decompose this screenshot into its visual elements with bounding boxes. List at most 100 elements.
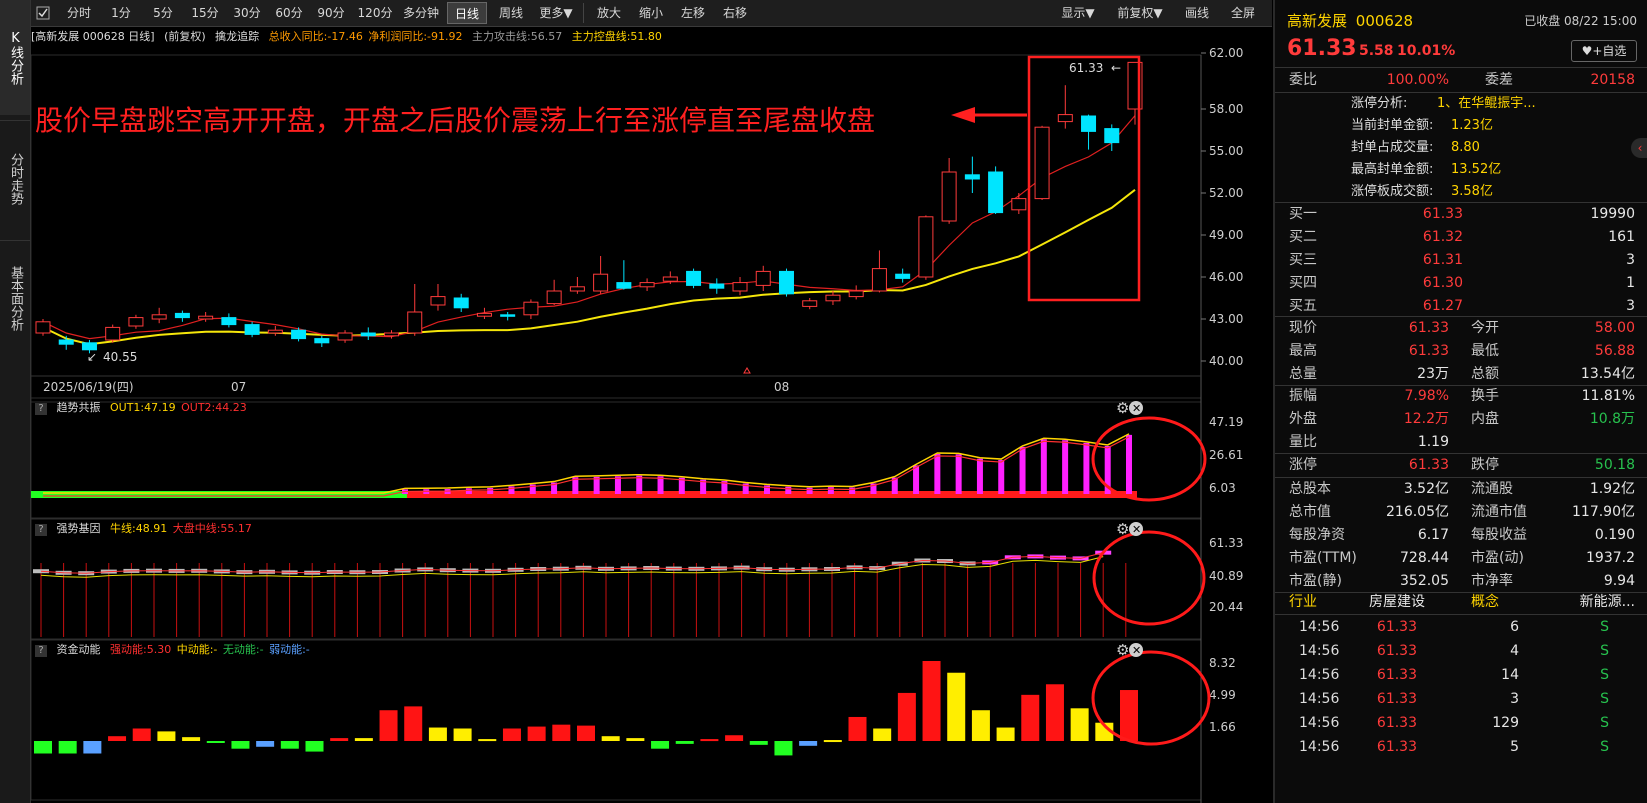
- momentum-bar: [552, 724, 571, 741]
- period-multi-min[interactable]: 多分钟: [399, 2, 443, 24]
- trend-bar: [955, 454, 962, 494]
- toolbar-checkbox-icon[interactable]: [35, 2, 51, 24]
- settings-gear-icon[interactable]: ⚙: [1116, 520, 1129, 538]
- momentum-bar: [725, 735, 744, 741]
- tab-fundamentals[interactable]: 基本面分析: [0, 240, 30, 356]
- tick-time: 14:56: [1299, 643, 1340, 659]
- add-watchlist-button[interactable]: ♥+自选: [1571, 40, 1637, 62]
- help-icon[interactable]: ?: [35, 403, 47, 415]
- ma-control-line: [42, 189, 1136, 346]
- candle: [802, 300, 818, 307]
- settings-gear-icon[interactable]: ⚙: [1116, 399, 1129, 417]
- bid-level-label: 买四: [1289, 275, 1317, 291]
- limit-analysis-value[interactable]: 1、在华鲲振宇...: [1437, 93, 1536, 115]
- candle: [244, 324, 260, 335]
- stat-value: 1.19: [1417, 434, 1449, 450]
- candle: [58, 339, 74, 345]
- tick-side: S: [1600, 667, 1609, 683]
- stat-row: 每股净资 6.17 每股收益 0.190: [1275, 524, 1647, 547]
- panel2-mid-line: 大盘中线:55.17: [172, 522, 252, 535]
- candle: [871, 268, 887, 292]
- move-left-button[interactable]: 左移: [673, 2, 713, 24]
- stat-value: 0.190: [1594, 527, 1635, 543]
- candle: [546, 290, 562, 305]
- bid-price: 61.33: [1422, 206, 1463, 222]
- candle: [291, 329, 307, 340]
- limit-analysis-label: 涨停分析:: [1351, 96, 1408, 111]
- bid-row: 买一 61.33 19990: [1275, 203, 1647, 226]
- period-15min[interactable]: 15分: [185, 2, 225, 24]
- tab-kline-analysis[interactable]: K线分析: [0, 0, 30, 115]
- help-icon[interactable]: ?: [35, 524, 47, 536]
- momentum-bar: [971, 710, 990, 741]
- stat-value: 117.90亿: [1572, 504, 1635, 520]
- annotation-arrow-head: [951, 107, 975, 123]
- panel3-title: 资金动能: [56, 643, 101, 656]
- draw-line-button[interactable]: 画线: [1177, 2, 1217, 24]
- display-dropdown[interactable]: 显示▼: [1053, 2, 1103, 24]
- stat-row: 现价 61.33 今开 58.00: [1275, 317, 1647, 340]
- period-60min[interactable]: 60分: [269, 2, 309, 24]
- candle: [360, 332, 376, 337]
- stock-name: 高新发展: [1287, 12, 1348, 30]
- candle: [686, 270, 702, 286]
- zoom-in-button[interactable]: 放大: [589, 2, 629, 24]
- stat-value: 728.44: [1400, 550, 1449, 566]
- concept-value[interactable]: 新能源...: [1580, 590, 1635, 614]
- tick-row: 14:56 61.33 129 S: [1275, 711, 1647, 735]
- settings-gear-icon[interactable]: ⚙: [1116, 641, 1129, 659]
- high-arrow-icon: ←: [1111, 61, 1121, 75]
- candle: [337, 332, 353, 341]
- panel1-axis-label: 6.03: [1209, 481, 1236, 495]
- stat-value: 11.81%: [1581, 388, 1635, 404]
- trend-bar: [465, 488, 472, 494]
- tick-row: 14:56 61.33 5 S: [1275, 735, 1647, 759]
- tab-intraday[interactable]: 分时走势: [0, 120, 30, 236]
- momentum-bar: [799, 741, 818, 746]
- price-tick-label: 43.00: [1209, 312, 1243, 326]
- adjust-dropdown[interactable]: 前复权▼: [1111, 2, 1169, 24]
- stat-value: 352.05: [1400, 573, 1449, 589]
- momentum-bar: [1120, 690, 1138, 741]
- candle: [662, 276, 678, 282]
- ma-attack-line: [42, 115, 1136, 340]
- stat-value: 61.33: [1408, 320, 1449, 336]
- candle: [755, 270, 771, 286]
- industry-value[interactable]: 房屋建设: [1369, 590, 1425, 614]
- limit-analysis-label: 封单占成交量:: [1351, 140, 1434, 155]
- tick-volume: 3: [1510, 691, 1519, 707]
- help-icon[interactable]: ?: [35, 645, 47, 657]
- candle: [709, 283, 725, 289]
- tick-row: 14:56 61.33 4 S: [1275, 639, 1647, 663]
- panel3-axis-label: 4.99: [1209, 688, 1236, 702]
- period-intraday[interactable]: 分时: [59, 2, 99, 24]
- period-120min[interactable]: 120分: [353, 2, 397, 24]
- period-daily[interactable]: 日线: [447, 2, 487, 24]
- stat-label: 市盈(动): [1471, 550, 1524, 566]
- price-tick-label: 40.00: [1209, 354, 1243, 368]
- period-more-dropdown[interactable]: 更多▼: [533, 2, 579, 24]
- period-90min[interactable]: 90分: [311, 2, 351, 24]
- momentum-bar: [527, 726, 546, 741]
- candle: [616, 282, 632, 289]
- stat-label: 最高: [1289, 343, 1317, 359]
- tick-volume: 129: [1492, 715, 1519, 731]
- trend-bar: [934, 453, 941, 494]
- period-5min[interactable]: 5分: [143, 2, 183, 24]
- candle: [848, 290, 864, 298]
- zoom-out-button[interactable]: 缩小: [631, 2, 671, 24]
- tick-side: S: [1600, 643, 1609, 659]
- tick-row: 14:56 61.33 6 S: [1275, 615, 1647, 639]
- price-change-pct: 10.01%: [1397, 43, 1456, 59]
- period-30min[interactable]: 30分: [227, 2, 267, 24]
- stat-value: 61.33: [1408, 457, 1449, 473]
- move-right-button[interactable]: 右移: [715, 2, 755, 24]
- limit-analysis-value: 8.80: [1451, 140, 1480, 155]
- stat-row: 总市值 216.05亿 流通市值 117.90亿: [1275, 501, 1647, 524]
- momentum-bar: [601, 736, 620, 741]
- stat-value: 13.54亿: [1580, 366, 1635, 382]
- period-1min[interactable]: 1分: [101, 2, 141, 24]
- stat-value: 58.00: [1594, 320, 1635, 336]
- fullscreen-button[interactable]: 全屏: [1223, 2, 1263, 24]
- period-weekly[interactable]: 周线: [491, 2, 531, 24]
